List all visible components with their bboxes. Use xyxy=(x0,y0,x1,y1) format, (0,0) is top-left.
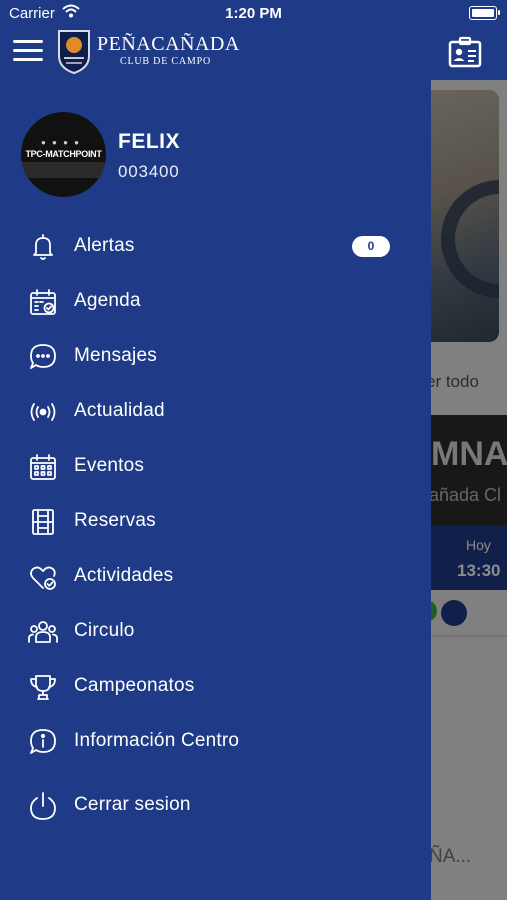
menu-label: Alertas xyxy=(74,235,135,256)
menu-item-mensajes[interactable]: Mensajes xyxy=(0,332,431,382)
side-drawer: ● ● ● ● TPC-MATCHPOINT FELIX 003400 Aler… xyxy=(0,80,431,900)
menu-item-actualidad[interactable]: Actualidad xyxy=(0,387,431,437)
menu-item-circulo[interactable]: Circulo xyxy=(0,607,431,657)
menu-label: Campeonatos xyxy=(74,675,195,696)
menu-item-cerrar-sesion[interactable]: Cerrar sesion xyxy=(0,781,431,831)
avatar-sport-icons: ● ● ● ● xyxy=(41,138,81,147)
user-name: FELIX xyxy=(118,130,181,153)
id-card-icon[interactable] xyxy=(448,36,482,68)
menu-label: Actividades xyxy=(74,565,174,586)
menu-label: Actualidad xyxy=(74,400,165,421)
heart-check-icon xyxy=(30,566,56,590)
menu-label: Mensajes xyxy=(74,345,157,366)
menu-label: Eventos xyxy=(74,455,145,476)
menu-label: Información Centro xyxy=(74,730,240,751)
menu-label: Circulo xyxy=(74,620,135,641)
menu-item-reservas[interactable]: Reservas xyxy=(0,497,431,547)
alert-count-badge: 0 xyxy=(352,236,390,257)
club-name: PEÑACAÑADA xyxy=(97,33,240,55)
info-icon xyxy=(30,729,56,754)
broadcast-icon xyxy=(30,403,56,421)
menu-item-agenda[interactable]: Agenda xyxy=(0,277,431,327)
menu-label: Cerrar sesion xyxy=(74,794,191,815)
calendar-check-icon xyxy=(30,289,56,315)
calendar-grid-icon xyxy=(30,454,56,480)
avatar-label: TPC-MATCHPOINT xyxy=(25,149,102,159)
club-subtitle: CLUB DE CAMPO xyxy=(120,56,211,67)
battery-icon xyxy=(469,6,500,20)
trophy-icon xyxy=(30,675,56,700)
chat-icon xyxy=(30,344,56,369)
power-icon xyxy=(30,792,56,820)
menu-label: Reservas xyxy=(74,510,156,531)
menu-item-actividades[interactable]: Actividades xyxy=(0,552,431,602)
club-crest-icon xyxy=(58,30,90,74)
group-icon xyxy=(28,621,58,643)
menu-item-alertas[interactable]: Alertas 0 xyxy=(0,222,431,272)
menu-item-campeonatos[interactable]: Campeonatos xyxy=(0,662,431,712)
app-header: PEÑACAÑADA CLUB DE CAMPO xyxy=(0,28,507,80)
drawer-scrim[interactable] xyxy=(431,80,507,900)
menu-label: Agenda xyxy=(74,290,141,311)
court-icon xyxy=(32,509,54,535)
user-id: 003400 xyxy=(118,162,180,181)
menu-item-eventos[interactable]: Eventos xyxy=(0,442,431,492)
menu-item-informacion-centro[interactable]: Información Centro xyxy=(0,717,431,767)
avatar-stripe xyxy=(21,162,106,178)
clock: 1:20 PM xyxy=(225,5,282,22)
menu-icon[interactable] xyxy=(13,40,43,62)
avatar[interactable]: ● ● ● ● TPC-MATCHPOINT xyxy=(21,112,106,197)
bell-icon xyxy=(33,234,53,260)
status-bar: Carrier 1:20 PM xyxy=(0,0,507,28)
